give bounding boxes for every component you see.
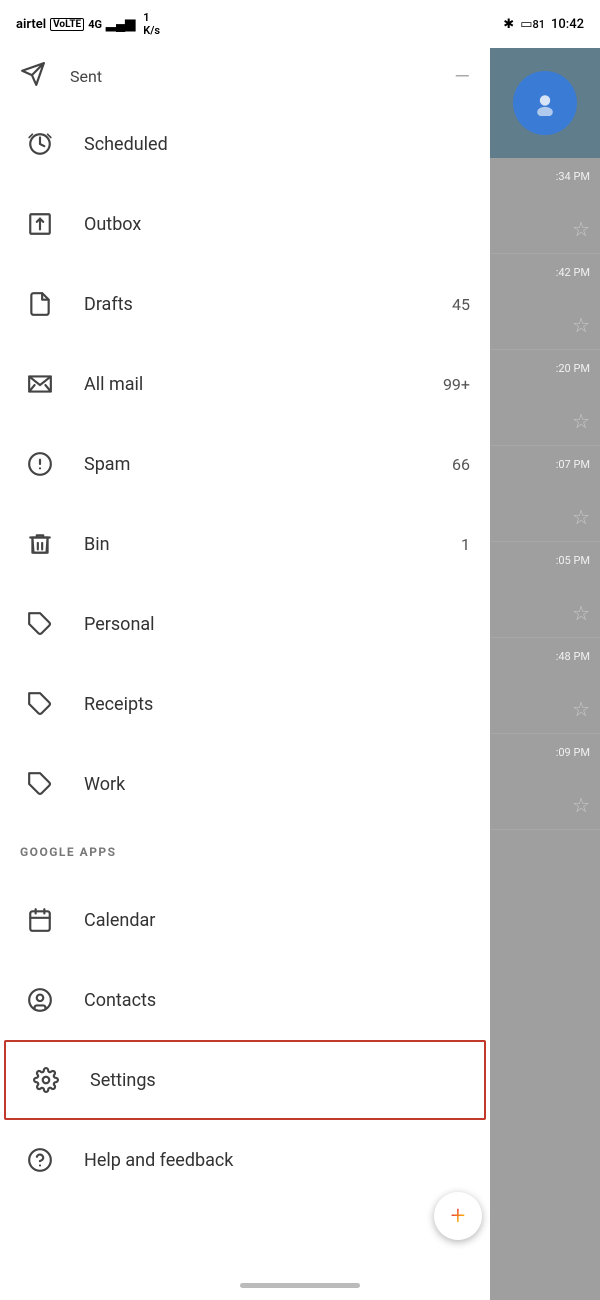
peek-star-4: ☆ <box>572 505 590 529</box>
google-apps-section-label: GOOGLE APPS <box>0 824 490 880</box>
home-indicator <box>240 1283 360 1288</box>
peek-star-7: ☆ <box>572 793 590 817</box>
peek-time-5: :05 PM <box>556 554 590 567</box>
outbox-icon <box>20 204 60 244</box>
peek-email-row-3: :20 PM ☆ <box>490 350 600 446</box>
peek-star-1: ☆ <box>572 217 590 241</box>
scheduled-icon <box>20 124 60 164</box>
calendar-item[interactable]: Calendar <box>0 880 490 960</box>
drafts-badge: 45 <box>452 295 470 314</box>
contacts-item[interactable]: Contacts <box>0 960 490 1040</box>
status-bar: airtel VoLTE 4G ▂▄▆ 1K/s ✱ ▭81 10:42 <box>0 0 600 48</box>
help-label: Help and feedback <box>84 1150 470 1171</box>
sent-label: Sent <box>70 67 102 86</box>
help-item[interactable]: Help and feedback <box>0 1120 490 1200</box>
outbox-item[interactable]: Outbox <box>0 184 490 264</box>
avatar-container <box>490 48 600 158</box>
drafts-label: Drafts <box>84 294 428 315</box>
data-speed: 1K/s <box>143 11 160 37</box>
settings-label: Settings <box>90 1070 464 1091</box>
help-icon <box>20 1140 60 1180</box>
compose-plus-icon: + <box>451 1201 466 1231</box>
peek-time-7: :09 PM <box>556 746 590 759</box>
peek-email-row-5: :05 PM ☆ <box>490 542 600 638</box>
personal-icon <box>20 604 60 644</box>
receipts-label: Receipts <box>84 694 470 715</box>
spam-item[interactable]: Spam 66 <box>0 424 490 504</box>
peek-time-2: :42 PM <box>556 266 590 279</box>
compose-fab[interactable]: + <box>434 1192 482 1240</box>
work-label: Work <box>84 774 470 795</box>
settings-icon <box>26 1060 66 1100</box>
allmail-label: All mail <box>84 374 419 395</box>
work-icon <box>20 764 60 804</box>
contacts-icon <box>20 980 60 1020</box>
receipts-icon <box>20 684 60 724</box>
peek-time-1: :34 PM <box>556 170 590 183</box>
allmail-badge: 99+ <box>443 375 470 394</box>
signal-bars: ▂▄▆ <box>106 16 135 32</box>
work-item[interactable]: Work <box>0 744 490 824</box>
avatar <box>513 71 577 135</box>
network-type: VoLTE <box>50 18 84 31</box>
peek-email-row-4: :07 PM ☆ <box>490 446 600 542</box>
personal-item[interactable]: Personal <box>0 584 490 664</box>
main-layout: Sent — Scheduled <box>0 48 600 1300</box>
peek-email-row-6: :48 PM ☆ <box>490 638 600 734</box>
peek-star-2: ☆ <box>572 313 590 337</box>
status-left: airtel VoLTE 4G ▂▄▆ 1K/s <box>16 11 160 37</box>
sent-item[interactable]: Sent — <box>0 48 490 104</box>
peek-email-row-2: :42 PM ☆ <box>490 254 600 350</box>
peek-time-3: :20 PM <box>556 362 590 375</box>
time-label: 10:42 <box>551 17 584 32</box>
personal-label: Personal <box>84 614 470 635</box>
bin-badge: 1 <box>461 535 470 554</box>
settings-item[interactable]: Settings <box>4 1040 486 1120</box>
allmail-icon <box>20 364 60 404</box>
battery-icon: ▭81 <box>520 17 545 32</box>
bin-icon <box>20 524 60 564</box>
status-right: ✱ ▭81 10:42 <box>503 17 584 32</box>
email-list-peek: :34 PM ☆ :42 PM ☆ :20 PM ☆ :07 PM ☆ :05 … <box>490 158 600 1300</box>
peek-star-5: ☆ <box>572 601 590 625</box>
spam-icon <box>20 444 60 484</box>
bluetooth-icon: ✱ <box>503 17 514 32</box>
receipts-item[interactable]: Receipts <box>0 664 490 744</box>
drafts-icon <box>20 284 60 324</box>
calendar-icon <box>20 900 60 940</box>
bin-label: Bin <box>84 534 437 555</box>
allmail-item[interactable]: All mail 99+ <box>0 344 490 424</box>
spam-badge: 66 <box>452 455 470 474</box>
calendar-label: Calendar <box>84 910 470 931</box>
bin-item[interactable]: Bin 1 <box>0 504 490 584</box>
contacts-label: Contacts <box>84 990 470 1011</box>
sent-icon <box>20 61 46 91</box>
signal-4g: 4G <box>88 18 102 31</box>
scheduled-label: Scheduled <box>84 134 470 155</box>
peek-time-4: :07 PM <box>556 458 590 471</box>
carrier-label: airtel <box>16 17 46 32</box>
peek-email-row-7: :09 PM ☆ <box>490 734 600 830</box>
drafts-item[interactable]: Drafts 45 <box>0 264 490 344</box>
peek-star-6: ☆ <box>572 697 590 721</box>
navigation-drawer: Sent — Scheduled <box>0 48 490 1300</box>
peek-star-3: ☆ <box>572 409 590 433</box>
email-peek-panel: :34 PM ☆ :42 PM ☆ :20 PM ☆ :07 PM ☆ :05 … <box>490 48 600 1300</box>
peek-time-6: :48 PM <box>556 650 590 663</box>
scheduled-item[interactable]: Scheduled <box>0 104 490 184</box>
peek-email-row-1: :34 PM ☆ <box>490 158 600 254</box>
spam-label: Spam <box>84 454 428 475</box>
outbox-label: Outbox <box>84 214 470 235</box>
